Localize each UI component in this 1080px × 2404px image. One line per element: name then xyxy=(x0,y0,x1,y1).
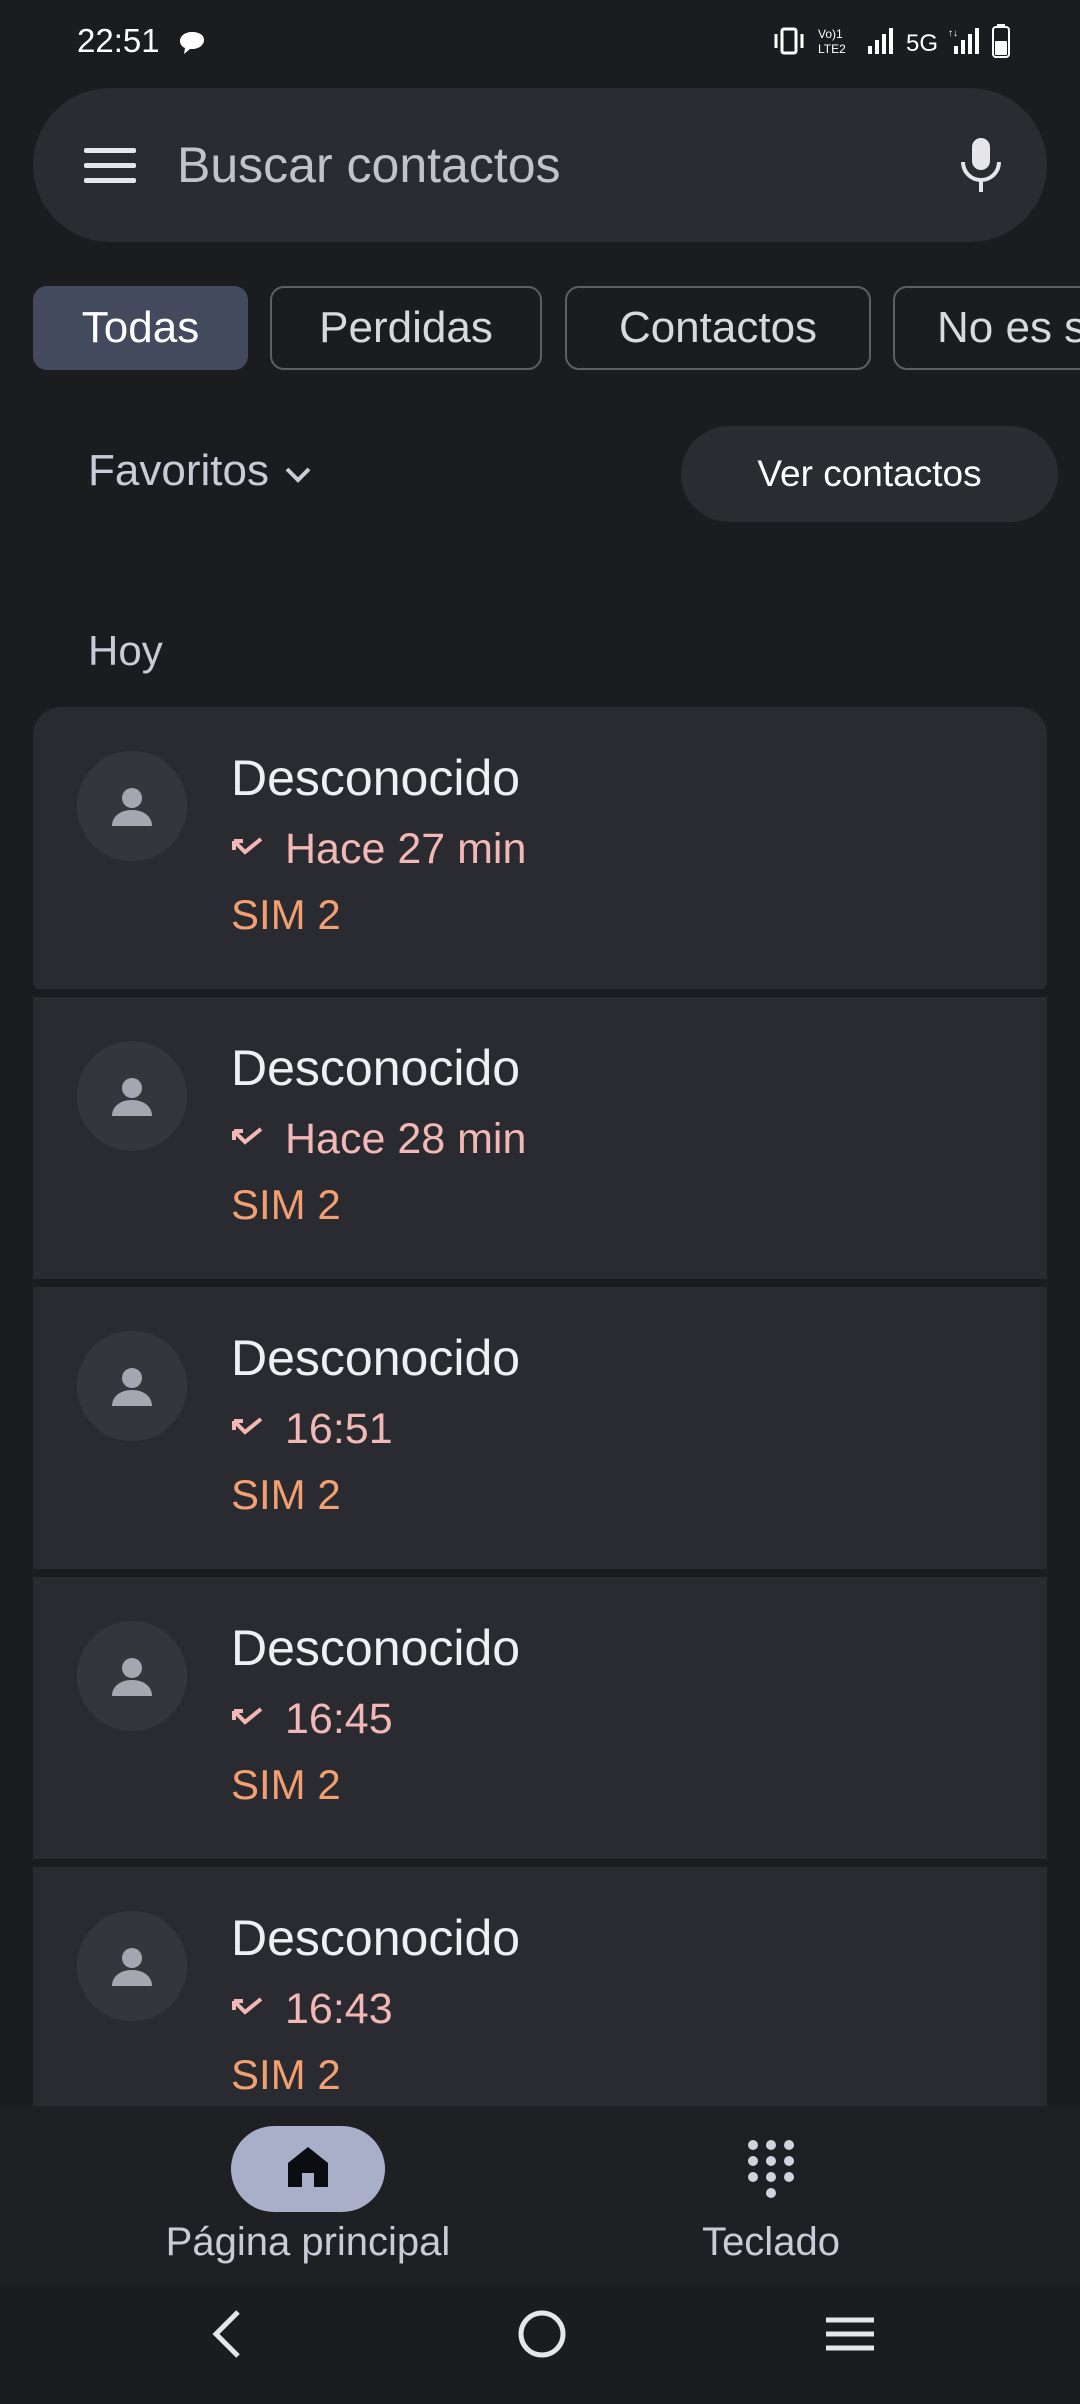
avatar xyxy=(77,1331,187,1441)
call-time: 16:51 xyxy=(231,1405,393,1454)
svg-text:↑↓: ↑↓ xyxy=(948,28,958,39)
search-input[interactable]: Buscar contactos xyxy=(177,136,561,194)
chip-todas[interactable]: Todas xyxy=(33,286,248,370)
call-time: 16:43 xyxy=(231,1985,393,2034)
missed-call-icon xyxy=(231,1115,265,1164)
section-header-today: Hoy xyxy=(88,627,163,674)
status-indicators: Vo)1 LTE2 5G ↑↓ xyxy=(772,24,1010,63)
favorites-label: Favoritos xyxy=(88,446,269,495)
home-circle-icon[interactable] xyxy=(514,2306,570,2367)
battery-icon xyxy=(992,24,1010,63)
nav-home-button[interactable] xyxy=(231,2126,385,2212)
sim-label: SIM 2 xyxy=(231,2051,341,2098)
call-row[interactable]: Desconocido 16:45 SIM 2 xyxy=(33,1577,1047,1859)
mic-icon[interactable] xyxy=(954,134,1008,203)
call-time-text: Hace 27 min xyxy=(285,825,527,873)
caller-name: Desconocido xyxy=(231,750,521,806)
status-bar: 22:51 Vo)1 LTE2 5G ↑↓ xyxy=(0,0,1080,86)
sim-label: SIM 2 xyxy=(231,1471,341,1518)
dialpad-icon[interactable] xyxy=(745,2138,797,2203)
filter-chips: Todas Perdidas Contactos No es s xyxy=(33,286,1080,374)
home-icon xyxy=(284,2143,332,2196)
sim-label: SIM 2 xyxy=(231,891,341,938)
bottom-navigation: Página principal Teclado xyxy=(0,2106,1080,2286)
caller-name: Desconocido xyxy=(231,1910,521,1966)
call-row[interactable]: Desconocido 16:51 SIM 2 xyxy=(33,1287,1047,1569)
back-icon[interactable] xyxy=(206,2306,250,2367)
nav-keypad-label[interactable]: Teclado xyxy=(600,2220,942,2265)
call-time-text: Hace 28 min xyxy=(285,1115,527,1163)
avatar xyxy=(77,1621,187,1731)
signal-icon xyxy=(866,26,896,61)
avatar xyxy=(77,1911,187,2021)
view-contacts-button[interactable]: Ver contactos xyxy=(681,426,1058,522)
missed-call-icon xyxy=(231,1985,265,2034)
sim-label: SIM 2 xyxy=(231,1181,341,1228)
chevron-down-icon xyxy=(283,446,313,496)
menu-icon[interactable] xyxy=(84,148,136,184)
avatar xyxy=(77,751,187,861)
avatar xyxy=(77,1041,187,1151)
sim-label: SIM 2 xyxy=(231,1761,341,1808)
svg-text:LTE2: LTE2 xyxy=(818,42,846,56)
network-5g-label: 5G xyxy=(905,29,938,57)
call-time: 16:45 xyxy=(231,1695,393,1744)
call-time: Hace 27 min xyxy=(231,825,526,874)
call-time-text: 16:45 xyxy=(285,1695,393,1743)
volte-lte2-icon: Vo)1 LTE2 xyxy=(816,26,856,61)
call-row[interactable]: Desconocido Hace 27 min SIM 2 xyxy=(33,707,1047,989)
call-time: Hace 28 min xyxy=(231,1115,526,1164)
missed-call-icon xyxy=(231,1405,265,1454)
chip-no-es-spam[interactable]: No es s xyxy=(893,286,1080,370)
favorites-dropdown[interactable]: Favoritos xyxy=(88,446,313,496)
caller-name: Desconocido xyxy=(231,1330,521,1386)
status-time: 22:51 xyxy=(77,22,160,59)
vibrate-icon xyxy=(772,26,806,61)
phone-app-screen: 22:51 Vo)1 LTE2 5G ↑↓ Buscar contactos T… xyxy=(0,0,1080,2404)
recents-menu-icon[interactable] xyxy=(824,2306,876,2367)
caller-name: Desconocido xyxy=(231,1040,521,1096)
signal-icon-2: ↑↓ xyxy=(948,26,982,61)
call-row[interactable]: Desconocido Hace 28 min SIM 2 xyxy=(33,997,1047,1279)
missed-call-icon xyxy=(231,1695,265,1744)
chip-perdidas[interactable]: Perdidas xyxy=(270,286,542,370)
chip-contactos[interactable]: Contactos xyxy=(565,286,871,370)
system-navigation-bar xyxy=(0,2286,1080,2404)
nav-home-label[interactable]: Página principal xyxy=(0,2220,616,2265)
call-time-text: 16:43 xyxy=(285,1985,393,2033)
missed-call-icon xyxy=(231,825,265,874)
call-time-text: 16:51 xyxy=(285,1405,393,1453)
caller-name: Desconocido xyxy=(231,1620,521,1676)
svg-text:Vo)1: Vo)1 xyxy=(818,27,843,41)
chat-bubble-icon xyxy=(178,30,206,61)
